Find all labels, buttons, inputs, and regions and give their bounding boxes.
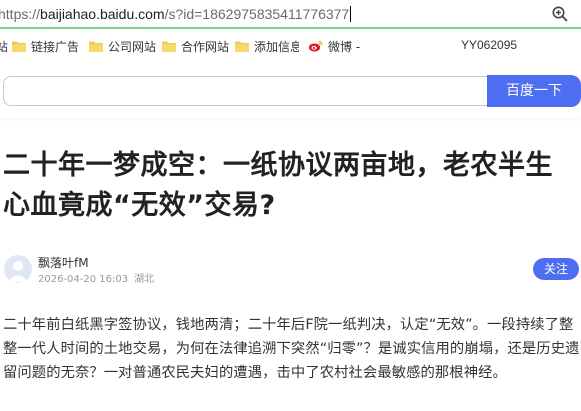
browser-window: https://baijiahao.baidu.com/s?id=1862975…: [0, 0, 581, 411]
search-header: 百度一下: [0, 62, 581, 118]
bookmark-item[interactable]: 链接广告: [12, 38, 79, 54]
follow-button[interactable]: 关注: [533, 258, 579, 280]
avatar[interactable]: [4, 255, 32, 283]
publish-date: 2026-04-20 16:03: [38, 274, 129, 285]
url-path: /s?id=1862975835411776377: [164, 6, 350, 22]
bookmark-item[interactable]: 站: [0, 38, 8, 54]
author-row: 飘落叶fM 2026-04-20 16:03 湖北 关注: [0, 252, 581, 288]
bookmark-item[interactable]: 合作网站: [162, 38, 229, 54]
article-body: 二十年前白纸黑字签协议，钱地两清；二十年后F院一纸判决，认定“无效”。一段持续了…: [3, 317, 580, 381]
search-input[interactable]: [3, 76, 489, 106]
bookmark-item[interactable]: YY062095: [461, 38, 517, 52]
bookmark-label: 微博 -: [328, 39, 361, 54]
bookmark-label: 链接广告: [31, 39, 80, 54]
address-bar[interactable]: https://baijiahao.baidu.com/s?id=1862975…: [0, 0, 581, 29]
bookmark-label: 站: [0, 39, 9, 54]
bookmark-label: 合作网站: [181, 39, 230, 54]
bookmarks-bar: 站 链接广告 公司网站 合作网站 添加信息 微博 - YY062095: [0, 31, 581, 59]
weibo-icon: [308, 40, 323, 52]
publish-location: 湖北: [134, 274, 155, 285]
article-title: 二十年一梦成空：一纸协议两亩地，老农半生心血竟成“无效”交易?: [3, 150, 553, 221]
folder-icon: [12, 41, 26, 52]
bookmark-label: 公司网站: [108, 39, 157, 54]
folder-icon: [162, 41, 176, 52]
bookmark-item[interactable]: 公司网站: [89, 38, 156, 54]
folder-icon: [235, 41, 249, 52]
bookmark-item[interactable]: 微博 -: [308, 38, 360, 54]
author-meta: 2026-04-20 16:03 湖北: [38, 270, 154, 285]
bookmark-item[interactable]: 添加信息: [235, 38, 299, 54]
url-text[interactable]: https://baijiahao.baidu.com/s?id=1862975…: [0, 5, 352, 23]
author-name[interactable]: 飘落叶fM: [38, 254, 89, 271]
zoom-icon[interactable]: [551, 5, 569, 23]
text-caret: [350, 6, 352, 22]
url-domain: baijiahao.baidu.com: [40, 6, 165, 22]
avatar-icon: [8, 261, 28, 282]
bookmark-label: 添加信息: [254, 39, 299, 54]
search-button[interactable]: 百度一下: [487, 75, 581, 107]
url-scheme: https://: [0, 6, 41, 22]
folder-icon: [89, 41, 103, 52]
